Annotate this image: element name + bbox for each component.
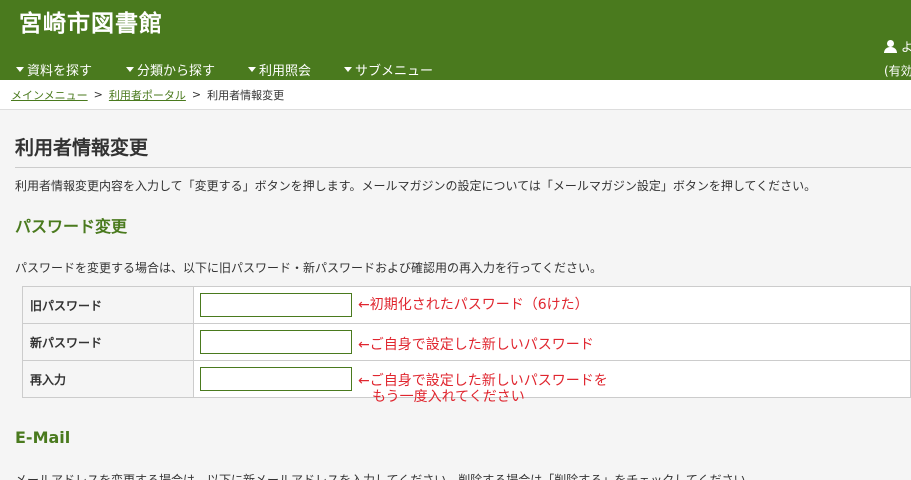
- user-area[interactable]: よ (有効: [884, 38, 911, 79]
- new-password-annotation: ←ご自身で設定した新しいパスワード: [358, 337, 594, 353]
- title-divider: [15, 167, 911, 168]
- intro-text: 利用者情報変更内容を入力して「変更する」ボタンを押します。メールマガジンの設定に…: [15, 179, 817, 193]
- caret-down-icon: [16, 66, 24, 72]
- new-password-input[interactable]: [200, 330, 352, 354]
- new-password-label: 新パスワード: [22, 323, 194, 361]
- breadcrumb-user-portal[interactable]: 利用者ポータル: [109, 87, 186, 103]
- email-section-description: メールアドレスを変更する場合は、以下に新メールアドレスを入力してください。削除す…: [15, 473, 758, 480]
- confirm-password-label: 再入力: [22, 360, 194, 398]
- breadcrumb-main-menu[interactable]: メインメニュー: [11, 87, 88, 103]
- nav-item-classification[interactable]: 分類から探す: [126, 58, 215, 80]
- old-password-label: 旧パスワード: [22, 286, 194, 324]
- password-section-description: パスワードを変更する場合は、以下に旧パスワード・新パスワードおよび確認用の再入力…: [15, 261, 603, 275]
- old-password-annotation: ←初期化されたパスワード（6けた）: [358, 297, 589, 313]
- old-password-input[interactable]: [200, 293, 352, 317]
- breadcrumb-current: 利用者情報変更: [207, 88, 285, 102]
- nav-item-usage[interactable]: 利用照会: [248, 58, 311, 80]
- confirm-password-annotation-line2: もう一度入れてください: [372, 389, 525, 405]
- user-status: (有効: [884, 64, 911, 78]
- main-nav: 資料を探す 分類から探す 利用照会 サブメニュー: [0, 58, 433, 80]
- site-title[interactable]: 宮崎市図書館: [19, 4, 163, 38]
- caret-down-icon: [248, 66, 257, 72]
- user-icon: [884, 39, 897, 53]
- breadcrumb-separator: >: [191, 88, 202, 101]
- user-name[interactable]: よ: [901, 38, 911, 55]
- breadcrumb: メインメニュー > 利用者ポータル > 利用者情報変更: [0, 80, 911, 110]
- caret-down-icon: [344, 66, 353, 72]
- breadcrumb-separator: >: [93, 88, 103, 101]
- password-section-heading: パスワード変更: [15, 217, 128, 236]
- confirm-password-input[interactable]: [200, 367, 352, 391]
- nav-item-search[interactable]: 資料を探す: [16, 58, 92, 80]
- page-title: 利用者情報変更: [15, 137, 149, 159]
- caret-down-icon: [126, 66, 135, 72]
- email-section-heading: E-Mail: [15, 428, 71, 447]
- nav-item-submenu[interactable]: サブメニュー: [344, 58, 433, 80]
- site-header: 宮崎市図書館 よ (有効 資料を探す 分類から探す 利用照会 サブメニュー: [0, 0, 911, 80]
